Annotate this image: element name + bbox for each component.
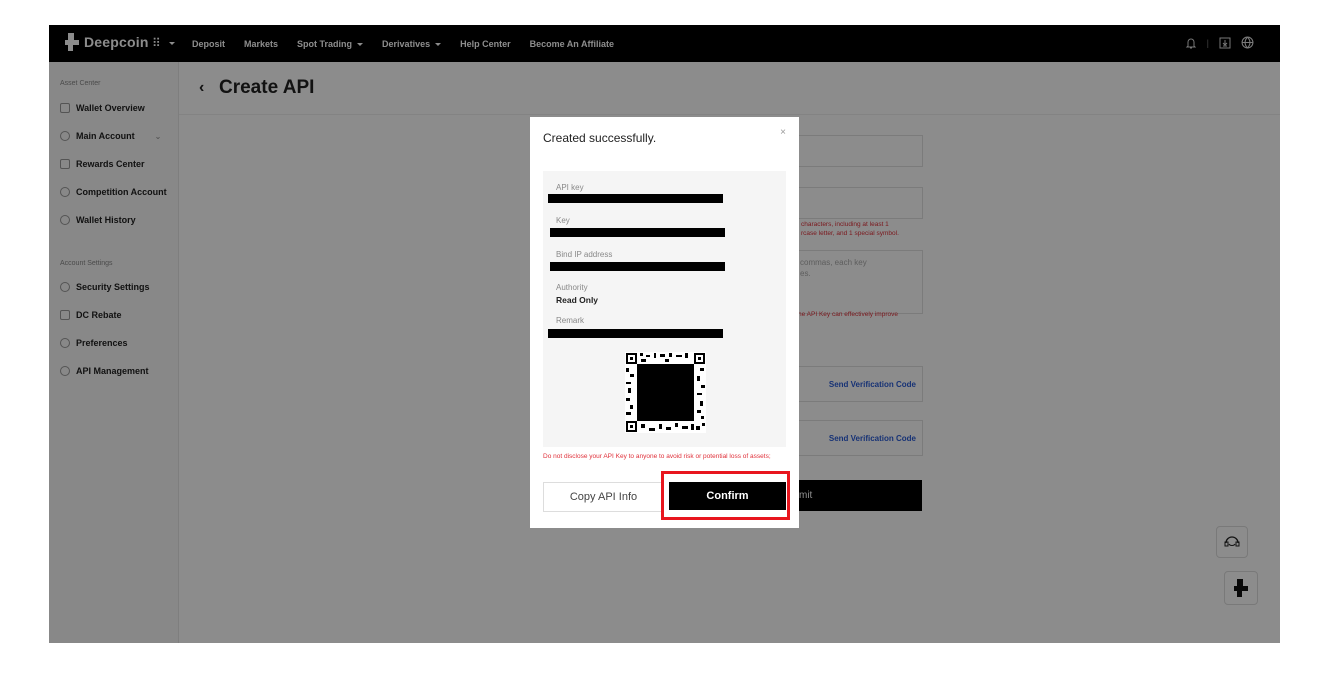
close-icon[interactable]: ×: [780, 127, 786, 138]
api-created-dialog: Created successfully. × API key Key Bind…: [530, 117, 799, 528]
key-label: Key: [556, 216, 570, 225]
bind-ip-redacted: [550, 262, 725, 271]
qr-code: [625, 352, 706, 433]
remark-label: Remark: [556, 316, 585, 325]
app-window: Deepcoin ⠿ Deposit Markets Spot Trading …: [49, 25, 1280, 643]
api-info-panel: API key Key Bind IP address Authority Re…: [543, 171, 786, 447]
authority-value: Read Only: [556, 295, 599, 305]
copy-api-info-button[interactable]: Copy API Info: [543, 482, 664, 512]
remark-redacted: [548, 329, 723, 338]
authority-label: Authority: [556, 283, 588, 292]
api-key-redacted: [548, 194, 723, 203]
bind-ip-label: Bind IP address: [556, 250, 613, 259]
key-redacted: [550, 228, 725, 237]
security-warning: Do not disclose your API Key to anyone t…: [543, 453, 771, 460]
confirm-highlight-box: [661, 471, 790, 520]
dialog-title: Created successfully.: [543, 131, 657, 145]
api-key-label: API key: [556, 183, 584, 192]
